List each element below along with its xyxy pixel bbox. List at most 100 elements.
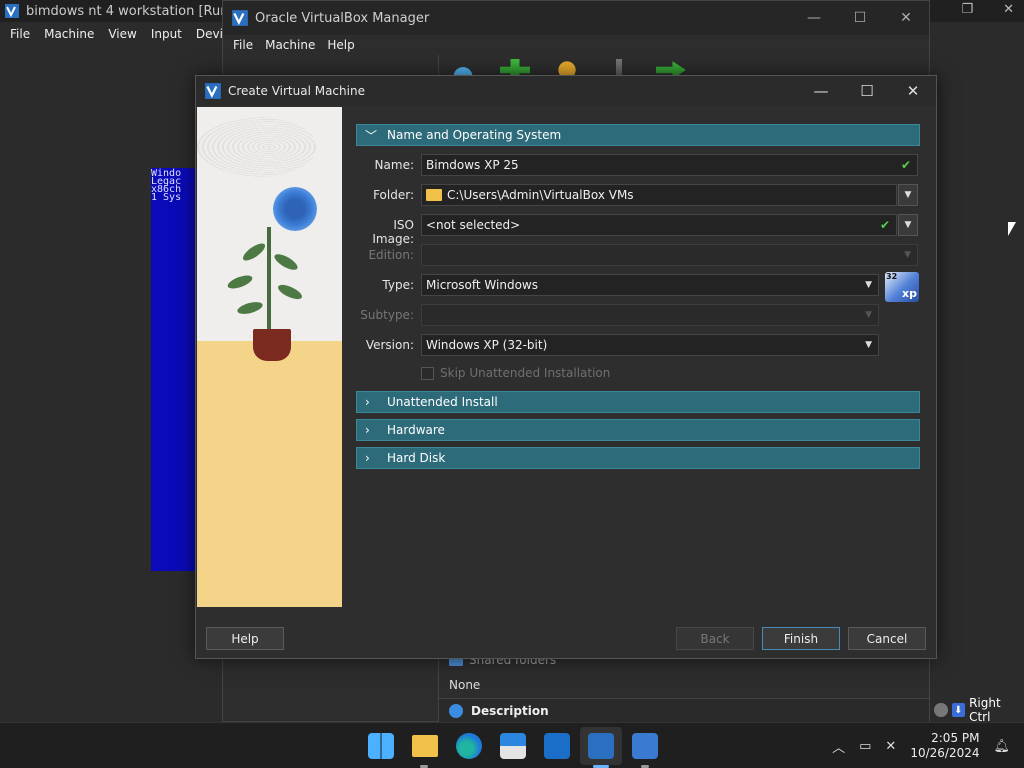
store-icon[interactable] xyxy=(500,733,526,759)
virtualbox-taskbar-icon[interactable] xyxy=(588,733,614,759)
manager-menu-machine[interactable]: Machine xyxy=(265,38,315,52)
dialog-title: Create Virtual Machine xyxy=(228,84,365,98)
clock[interactable]: 2:05 PM 10/26/2024 xyxy=(910,731,979,761)
chevron-up-icon[interactable]: ︿ xyxy=(832,737,845,756)
description-label: Description xyxy=(471,703,549,718)
chevron-down-icon: ▼ xyxy=(904,250,911,260)
back-button: Back xyxy=(676,627,754,650)
type-label: Type: xyxy=(382,278,414,292)
finish-button[interactable]: Finish xyxy=(762,627,840,650)
illustration-floor xyxy=(197,341,342,607)
chevron-right-icon: › xyxy=(365,395,370,409)
host-key-icon: ⬇ xyxy=(951,703,966,717)
shared-folders-value: None xyxy=(449,678,481,692)
subtype-select: ▼ xyxy=(421,304,879,326)
section-hard-disk-label: Hard Disk xyxy=(387,451,446,465)
minimize-icon[interactable]: — xyxy=(791,1,837,35)
help-button[interactable]: Help xyxy=(206,627,284,650)
section-hardware[interactable]: › Hardware xyxy=(356,419,920,441)
chevron-right-icon: › xyxy=(365,423,370,437)
vm-menu-file[interactable]: File xyxy=(10,27,30,41)
maximize-icon[interactable]: ☐ xyxy=(844,76,890,106)
os-type-icon: 32 xp xyxy=(885,272,919,302)
manager-menu-help[interactable]: Help xyxy=(327,38,354,52)
version-select[interactable]: Windows XP (32-bit) ▼ xyxy=(421,334,879,356)
subtype-row: Subtype: ▼ xyxy=(356,304,920,326)
name-label: Name: xyxy=(374,158,414,172)
name-row: Name: Bimdows XP 25 ✔ xyxy=(356,154,920,176)
notification-bell-icon[interactable]: 🔔︎ xyxy=(993,739,1010,754)
description-icon xyxy=(449,703,463,718)
virtualbox-icon xyxy=(205,83,221,99)
section-hardware-label: Hardware xyxy=(387,423,445,437)
chevron-right-icon: › xyxy=(365,451,370,465)
iso-value: <not selected> xyxy=(426,218,521,232)
close-icon[interactable]: ✕ xyxy=(1003,2,1014,17)
chevron-down-icon: ▼ xyxy=(865,280,872,290)
virtualbox-icon xyxy=(232,10,248,26)
close-icon[interactable]: ✕ xyxy=(883,1,929,35)
virtualbox-vm-taskbar-icon[interactable] xyxy=(632,733,658,759)
folder-label: Folder: xyxy=(373,188,414,202)
type-row: Type: Microsoft Windows ▼ xyxy=(356,274,920,296)
manager-menu-file[interactable]: File xyxy=(233,38,253,52)
skip-unattended-checkbox: Skip Unattended Installation xyxy=(421,364,721,382)
manager-window-controls: — ☐ ✕ xyxy=(791,1,929,35)
iso-label: ISO Image: xyxy=(372,218,414,246)
subtype-label: Subtype: xyxy=(360,308,414,322)
chevron-down-icon: ▼ xyxy=(865,340,872,350)
folder-row: Folder: C:\Users\Admin\VirtualBox VMs ▼ xyxy=(356,184,920,206)
start-windows-icon[interactable] xyxy=(368,733,394,759)
vm-menu-input[interactable]: Input xyxy=(151,27,182,41)
close-icon[interactable]: ✕ xyxy=(890,76,936,106)
file-explorer-icon[interactable] xyxy=(412,735,438,757)
section-name-os-label: Name and Operating System xyxy=(387,128,562,142)
outlook-icon[interactable] xyxy=(544,733,570,759)
version-value: Windows XP (32-bit) xyxy=(426,338,548,352)
type-select[interactable]: Microsoft Windows ▼ xyxy=(421,274,879,296)
mouse-cursor xyxy=(1008,222,1016,236)
create-vm-dialog: Create Virtual Machine — ☐ ✕ ﹀ Name and … xyxy=(195,75,937,659)
maximize-icon[interactable]: ☐ xyxy=(837,1,883,35)
cancel-button[interactable]: Cancel xyxy=(848,627,926,650)
leaf xyxy=(236,299,264,317)
edge-browser-icon[interactable] xyxy=(456,733,482,759)
edition-label: Edition: xyxy=(368,248,414,262)
folder-dropdown-button[interactable]: ▼ xyxy=(898,184,918,206)
name-input[interactable]: Bimdows XP 25 ✔ xyxy=(421,154,918,176)
folder-icon xyxy=(426,189,442,201)
leaf xyxy=(226,272,254,292)
plant-stem xyxy=(267,227,271,337)
iso-dropdown-button[interactable]: ▼ xyxy=(898,214,918,236)
name-value: Bimdows XP 25 xyxy=(426,158,519,172)
network-icon[interactable]: ▭ xyxy=(859,739,871,754)
section-unattended[interactable]: › Unattended Install xyxy=(356,391,920,413)
manager-title: Oracle VirtualBox Manager xyxy=(255,10,430,26)
leaf xyxy=(272,251,300,273)
check-icon: ✔ xyxy=(900,158,911,172)
folder-combobox[interactable]: C:\Users\Admin\VirtualBox VMs xyxy=(421,184,897,206)
description-section[interactable]: Description xyxy=(439,698,929,722)
virtualbox-icon xyxy=(5,4,19,18)
minimize-icon[interactable]: — xyxy=(798,76,844,106)
version-row: Version: Windows XP (32-bit) ▼ xyxy=(356,334,920,356)
edition-select: ▼ xyxy=(421,244,918,266)
section-hard-disk[interactable]: › Hard Disk xyxy=(356,447,920,469)
volume-muted-icon[interactable]: ✕ xyxy=(885,739,896,754)
vm-statusbar: ⬇ Right Ctrl xyxy=(930,696,1024,724)
iso-row: ISO Image: <not selected> ✔ ▼ xyxy=(356,214,920,246)
optical-disc-icon[interactable] xyxy=(934,703,948,717)
version-label: Version: xyxy=(365,338,414,352)
cloud-decoration xyxy=(197,117,317,177)
vm-menu-view[interactable]: View xyxy=(108,27,136,41)
skip-unattended-label: Skip Unattended Installation xyxy=(440,366,611,380)
section-name-os[interactable]: ﹀ Name and Operating System xyxy=(356,124,920,146)
vm-menu-machine[interactable]: Machine xyxy=(44,27,94,41)
vm-screen[interactable]: Windo Legac x86ch 1 Sys xyxy=(151,168,197,571)
restore-icon[interactable]: ❐ xyxy=(961,2,973,17)
checkbox-box xyxy=(421,366,434,380)
iso-combobox[interactable]: <not selected> ✔ xyxy=(421,214,897,236)
host-key-label: Right Ctrl xyxy=(969,696,1001,724)
os-bits-label: 32 xyxy=(886,272,898,281)
leaf xyxy=(240,240,268,264)
